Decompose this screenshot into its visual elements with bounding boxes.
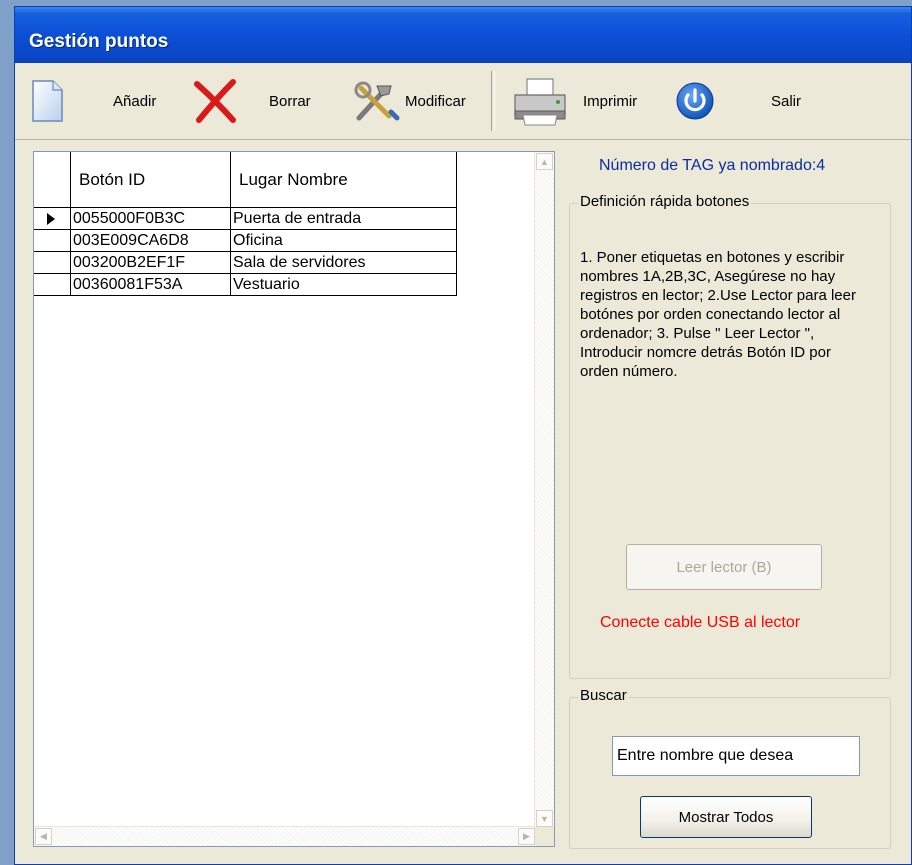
scroll-left-arrow-icon[interactable]: ◀ bbox=[35, 828, 52, 845]
table-row[interactable]: 003E009CA6D8 Oficina bbox=[34, 230, 457, 252]
cell-place-name[interactable]: Sala de servidores bbox=[231, 252, 457, 274]
read-reader-button[interactable]: Leer lector (B) bbox=[626, 544, 822, 590]
instructions-text: 1. Poner etiquetas en botones y escribir… bbox=[580, 249, 856, 380]
title-bar[interactable]: Gestión puntos bbox=[15, 7, 911, 64]
scroll-down-arrow-icon[interactable]: ▼ bbox=[536, 810, 553, 827]
show-all-button-label: Mostrar Todos bbox=[678, 808, 774, 826]
search-input[interactable] bbox=[612, 736, 860, 776]
red-x-icon bbox=[191, 78, 239, 124]
current-row-arrow-icon bbox=[47, 213, 55, 225]
cell-button-id[interactable]: 00360081F53A bbox=[71, 274, 231, 296]
tag-count-label: Número de TAG ya nombrado:4 bbox=[599, 157, 826, 174]
quick-definition-legend: Definición rápida botones bbox=[578, 193, 752, 210]
scroll-up-arrow-icon[interactable]: ▲ bbox=[536, 153, 553, 170]
cell-button-id[interactable]: 0055000F0B3C bbox=[71, 208, 231, 230]
add-button[interactable]: Añadir bbox=[29, 73, 156, 129]
delete-button-label: Borrar bbox=[269, 92, 311, 110]
window-title: Gestión puntos bbox=[29, 31, 169, 52]
show-all-button[interactable]: Mostrar Todos bbox=[640, 796, 812, 838]
search-group: Buscar Mostrar Todos bbox=[569, 687, 891, 849]
cell-place-name[interactable]: Oficina bbox=[231, 230, 457, 252]
toolbar-separator bbox=[491, 71, 495, 131]
scrollbar-corner bbox=[535, 827, 554, 846]
row-selector[interactable] bbox=[34, 274, 71, 296]
exit-button-label: Salir bbox=[771, 92, 802, 110]
tools-icon bbox=[351, 78, 401, 124]
read-reader-button-label: Leer lector (B) bbox=[676, 558, 772, 576]
scroll-right-arrow-icon[interactable]: ▶ bbox=[518, 828, 535, 845]
new-document-icon bbox=[29, 78, 65, 124]
grid-body: Botón ID Lugar Nombre 0055000F0B3C Puerta… bbox=[34, 152, 536, 828]
cell-place-name[interactable]: Vestuario bbox=[231, 274, 457, 296]
usb-warning-text: Conecte cable USB al lector bbox=[600, 614, 801, 631]
power-icon bbox=[675, 81, 715, 121]
row-selector[interactable] bbox=[34, 252, 71, 274]
table-row[interactable]: 00360081F53A Vestuario bbox=[34, 274, 457, 296]
search-legend: Buscar bbox=[578, 687, 629, 704]
print-button[interactable]: Imprimir bbox=[511, 73, 637, 129]
points-grid[interactable]: Botón ID Lugar Nombre 0055000F0B3C Puerta… bbox=[33, 151, 555, 847]
horizontal-scrollbar[interactable]: ◀ ▶ bbox=[34, 826, 536, 846]
cell-button-id[interactable]: 003200B2EF1F bbox=[71, 252, 231, 274]
row-selector[interactable] bbox=[34, 230, 71, 252]
add-button-label: Añadir bbox=[113, 92, 157, 110]
delete-button[interactable]: Borrar bbox=[191, 73, 311, 129]
printer-icon bbox=[511, 75, 569, 127]
column-header-button-id[interactable]: Botón ID bbox=[71, 152, 231, 208]
vertical-scrollbar[interactable]: ▲ ▼ bbox=[534, 152, 554, 828]
modify-button[interactable]: Modificar bbox=[351, 73, 466, 129]
modify-button-label: Modificar bbox=[405, 92, 466, 110]
quick-definition-group: Definición rápida botones 1. Poner etiqu… bbox=[569, 193, 891, 679]
row-selector[interactable] bbox=[34, 208, 71, 230]
cell-place-name[interactable]: Puerta de entrada bbox=[231, 208, 457, 230]
column-header-place-name[interactable]: Lugar Nombre bbox=[231, 152, 457, 208]
table-row[interactable]: 003200B2EF1F Sala de servidores bbox=[34, 252, 457, 274]
app-window: Gestión puntos Añadir Borrar Modificar I… bbox=[14, 6, 912, 865]
table-row[interactable]: 0055000F0B3C Puerta de entrada bbox=[34, 208, 457, 230]
toolbar: Añadir Borrar Modificar Imprimir Salir bbox=[15, 63, 911, 140]
row-header-corner bbox=[34, 152, 71, 208]
exit-button[interactable]: Salir bbox=[675, 73, 801, 129]
print-button-label: Imprimir bbox=[583, 92, 638, 110]
cell-button-id[interactable]: 003E009CA6D8 bbox=[71, 230, 231, 252]
